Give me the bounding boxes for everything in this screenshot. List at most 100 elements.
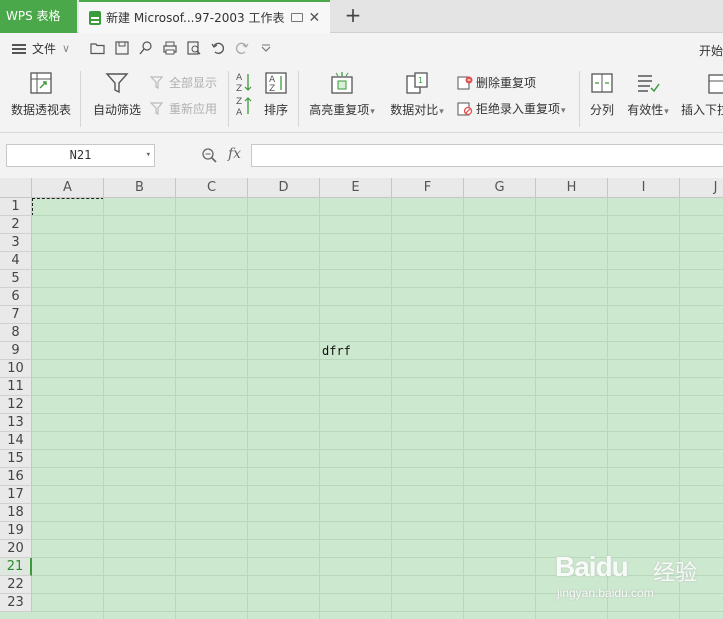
show-all-label: 全部显示 <box>169 76 218 90</box>
reapply-button[interactable]: 重新应用 <box>150 100 217 117</box>
column-header[interactable]: G <box>464 178 536 198</box>
print-icon[interactable] <box>162 40 178 56</box>
validity-icon <box>636 71 660 95</box>
row-header[interactable]: 10 <box>0 360 32 378</box>
row-header[interactable]: 1 <box>0 198 32 216</box>
close-tab-icon[interactable]: ✕ <box>308 10 320 26</box>
column-header[interactable]: F <box>392 178 464 198</box>
grid-row-line <box>32 521 723 522</box>
highlight-duplicates-label: 高亮重复项 <box>309 103 375 117</box>
grid-row-line <box>32 359 723 360</box>
find-icon[interactable] <box>138 40 154 56</box>
zoom-icon[interactable] <box>201 147 217 163</box>
file-menu-label: 文件 <box>32 42 57 56</box>
filter-clear-icon <box>150 75 164 89</box>
svg-text:1: 1 <box>418 76 423 85</box>
row-header[interactable]: 8 <box>0 324 32 342</box>
app-tab-wps[interactable]: WPS 表格 <box>0 0 77 33</box>
grid-column-line <box>103 198 104 619</box>
show-all-button[interactable]: 全部显示 <box>150 74 217 91</box>
reject-duplicate-entry-button[interactable]: 拒绝录入重复项 <box>457 100 566 117</box>
sort-ascending-button[interactable]: AZ ZA <box>235 71 255 117</box>
data-compare-button[interactable]: 1 数据对比 <box>387 71 447 118</box>
row-header[interactable]: 5 <box>0 270 32 288</box>
grid-row-line <box>32 503 723 504</box>
delete-duplicates-button[interactable]: 删除重复项 <box>457 74 536 91</box>
monitor-icon[interactable] <box>291 13 304 22</box>
highlight-duplicates-button[interactable]: 高亮重复项 <box>306 71 378 118</box>
column-header[interactable]: A <box>32 178 104 198</box>
sort-icon: AZ <box>264 71 288 95</box>
insert-dropdown-button[interactable]: 插入下拉 <box>681 71 723 118</box>
split-column-label: 分列 <box>589 103 614 117</box>
row-header[interactable]: 20 <box>0 540 32 558</box>
grid-column-line <box>247 198 248 619</box>
copy-selection-border <box>32 198 104 216</box>
name-box[interactable]: N21 ▾ <box>6 144 155 167</box>
row-header[interactable]: 22 <box>0 576 32 594</box>
new-tab-button[interactable]: + <box>342 3 364 27</box>
validity-label: 有效性 <box>627 103 669 117</box>
row-header[interactable]: 7 <box>0 306 32 324</box>
svg-text:A: A <box>236 108 243 117</box>
formula-input[interactable] <box>251 144 723 167</box>
row-header[interactable]: 18 <box>0 504 32 522</box>
data-compare-icon: 1 <box>405 71 429 95</box>
pivot-table-button[interactable]: 数据透视表 <box>8 71 74 118</box>
auto-filter-label: 自动筛选 <box>92 103 141 117</box>
document-tab[interactable]: 新建 Microsof...97-2003 工作表 ✕ <box>79 0 330 33</box>
reapply-label: 重新应用 <box>169 102 218 116</box>
fx-insert-function-button[interactable]: fx <box>228 146 241 162</box>
tab-start[interactable]: 开始 <box>699 42 723 59</box>
column-header[interactable]: C <box>176 178 248 198</box>
grid-row-line <box>32 449 723 450</box>
baidu-logo-text: Baidu <box>555 551 629 582</box>
column-header[interactable]: H <box>536 178 608 198</box>
undo-icon[interactable] <box>210 40 226 56</box>
customize-toolbar-icon[interactable] <box>258 40 274 56</box>
row-header[interactable]: 23 <box>0 594 32 612</box>
column-header[interactable]: B <box>104 178 176 198</box>
column-header[interactable]: J <box>680 178 723 198</box>
file-menu-button[interactable]: 文件 ∨ <box>12 40 70 57</box>
reject-duplicate-label: 拒绝录入重复项 <box>476 100 566 117</box>
chevron-down-icon[interactable]: ▾ <box>146 145 151 166</box>
row-header[interactable]: 12 <box>0 396 32 414</box>
chevron-down-icon: ∨ <box>62 42 71 55</box>
row-header[interactable]: 17 <box>0 486 32 504</box>
validity-button[interactable]: 有效性 <box>625 71 671 118</box>
open-folder-icon[interactable] <box>90 40 106 56</box>
auto-filter-button[interactable]: 自动筛选 <box>90 71 144 118</box>
pivot-table-label: 数据透视表 <box>10 103 71 117</box>
grid-row-line <box>32 485 723 486</box>
row-header[interactable]: 9 <box>0 342 32 360</box>
delete-duplicates-icon <box>457 76 473 89</box>
grid-row-line <box>32 269 723 270</box>
row-header[interactable]: 2 <box>0 216 32 234</box>
row-header[interactable]: 4 <box>0 252 32 270</box>
grid-column-line <box>463 198 464 619</box>
column-header[interactable]: I <box>608 178 680 198</box>
row-header[interactable]: 13 <box>0 414 32 432</box>
grid-row-line <box>32 395 723 396</box>
row-header[interactable]: 15 <box>0 450 32 468</box>
grid-column-line <box>535 198 536 619</box>
row-header[interactable]: 21 <box>0 558 32 576</box>
cell-e9[interactable]: dfrf <box>322 344 351 358</box>
save-icon[interactable] <box>114 40 130 56</box>
select-all-corner[interactable] <box>0 178 32 198</box>
row-header[interactable]: 11 <box>0 378 32 396</box>
split-column-button[interactable]: 分列 <box>587 71 617 118</box>
sort-button[interactable]: AZ 排序 <box>262 71 290 118</box>
ribbon-separator <box>228 71 229 127</box>
column-header[interactable]: E <box>320 178 392 198</box>
row-header[interactable]: 3 <box>0 234 32 252</box>
column-header[interactable]: D <box>248 178 320 198</box>
print-preview-icon[interactable] <box>186 40 202 56</box>
row-header[interactable]: 14 <box>0 432 32 450</box>
pivot-table-icon <box>29 71 53 95</box>
redo-icon[interactable] <box>234 40 250 56</box>
row-header[interactable]: 6 <box>0 288 32 306</box>
row-header[interactable]: 19 <box>0 522 32 540</box>
row-header[interactable]: 16 <box>0 468 32 486</box>
